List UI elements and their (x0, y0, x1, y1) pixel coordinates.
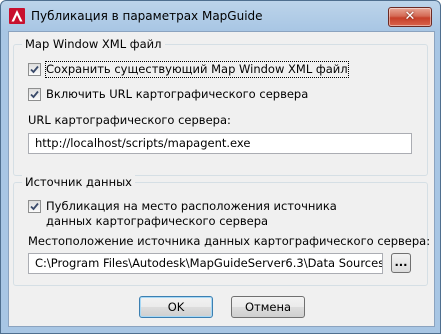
save-existing-checkbox-row[interactable]: Сохранить существующий Map Window XML фа… (28, 61, 349, 78)
location-input[interactable]: C:\Program Files\Autodesk\MapGuideServer… (28, 253, 383, 274)
datasource-group-title: Источник данных (22, 175, 135, 189)
datasource-group: Источник данных Публикация на место расп… (13, 175, 431, 286)
title-bar: Публикация в параметрах MapGuide ✕ (1, 1, 440, 31)
publish-checkbox[interactable] (28, 200, 41, 213)
dialog-window: Публикация в параметрах MapGuide ✕ Map W… (0, 0, 441, 334)
xml-file-group: Map Window XML файл Сохранить существующ… (13, 37, 428, 176)
save-existing-checkbox[interactable] (28, 63, 41, 76)
close-icon: ✕ (404, 9, 416, 24)
browse-button[interactable]: ... (391, 253, 411, 273)
close-button[interactable]: ✕ (388, 7, 432, 27)
url-input[interactable]: http://localhost/scripts/mapagent.exe (28, 133, 412, 154)
autocad-icon (9, 8, 25, 24)
save-existing-label[interactable]: Сохранить существующий Map Window XML фа… (45, 61, 349, 78)
dialog-client-area: Map Window XML файл Сохранить существующ… (8, 31, 435, 327)
cancel-button[interactable]: Отмена (231, 296, 305, 318)
include-url-checkbox[interactable] (28, 88, 41, 101)
include-url-label[interactable]: Включить URL картографического сервера (46, 87, 308, 102)
location-field-label: Местоположение источника данных картогра… (28, 234, 431, 248)
include-url-checkbox-row[interactable]: Включить URL картографического сервера (28, 87, 308, 102)
window-title: Публикация в параметрах MapGuide (31, 9, 263, 23)
ok-button[interactable]: OK (139, 296, 213, 318)
xml-group-title: Map Window XML файл (22, 37, 165, 51)
publish-label[interactable]: Публикация на место расположения источни… (46, 199, 376, 229)
url-field-label: URL картографического сервера: (28, 113, 231, 127)
publish-checkbox-row[interactable]: Публикация на место расположения источни… (28, 199, 378, 229)
